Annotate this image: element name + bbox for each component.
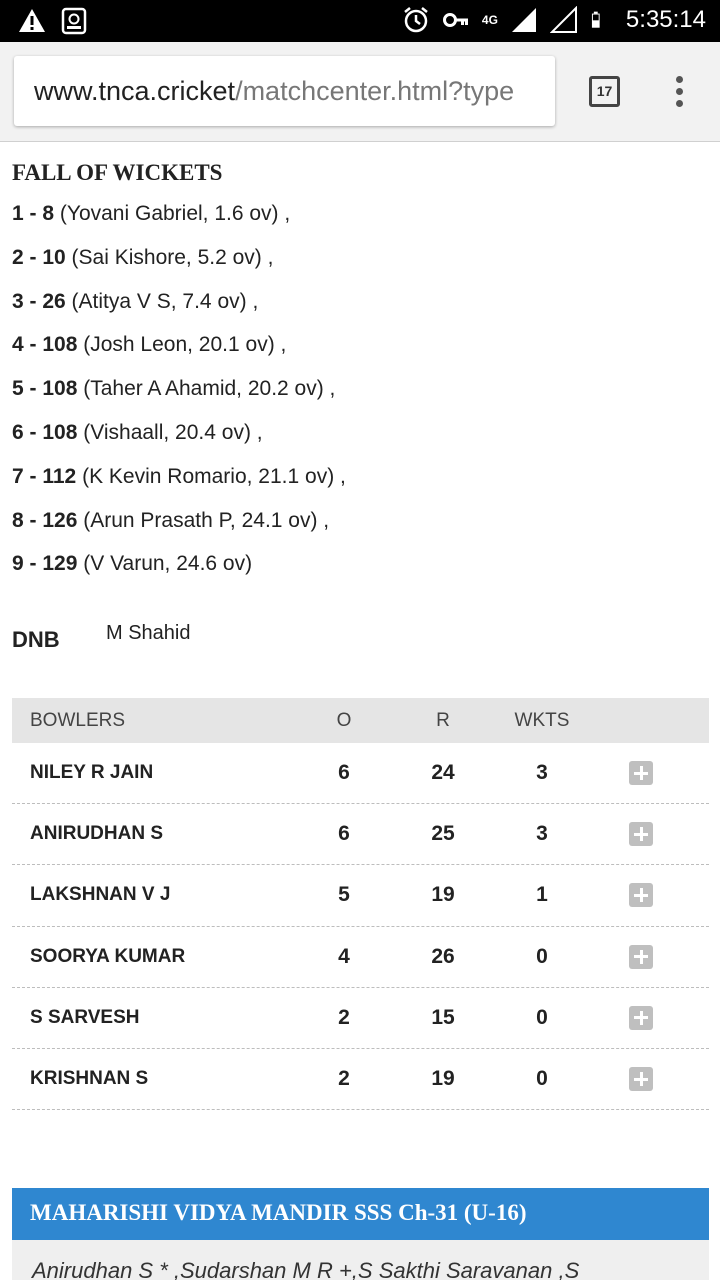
fow-item: 7 - 112 (K Kevin Romario, 21.1 ov) ,	[12, 463, 702, 507]
bowler-overs: 2	[338, 1067, 350, 1091]
fow-item: 5 - 108 (Taher A Ahamid, 20.2 ov) ,	[12, 375, 702, 419]
bowler-runs: 15	[431, 1005, 455, 1029]
expand-plus-icon[interactable]	[629, 883, 653, 908]
url-path: /matchcenter.html?type	[235, 76, 515, 106]
dnb-value: M Shahid	[106, 622, 191, 644]
fow-item: 9 - 129 (V Varun, 24.6 ov)	[12, 550, 702, 594]
signal-empty-icon	[549, 6, 577, 33]
signal-icon	[511, 8, 536, 32]
fow-item: 3 - 26 (Atitya V S, 7.4 ov) ,	[12, 288, 702, 332]
fow-detail: (V Varun, 24.6 ov)	[83, 552, 253, 576]
table-row: SOORYA KUMAR 4 26 0	[12, 927, 709, 988]
expand-plus-icon[interactable]	[629, 944, 653, 969]
expand-plus-icon[interactable]	[629, 1067, 653, 1092]
bowler-runs: 25	[431, 822, 455, 846]
bowler-wickets: 3	[536, 822, 548, 846]
fow-score: 4 - 108	[12, 333, 78, 357]
team-players-panel: Anirudhan S * ,Sudarshan M R +,S Sakthi …	[12, 1240, 709, 1280]
bowler-wickets: 3	[536, 761, 548, 785]
expand-plus-icon[interactable]	[629, 822, 653, 847]
fow-detail: (Josh Leon, 20.1 ov) ,	[83, 333, 287, 357]
team-header[interactable]: MAHARISHI VIDYA MANDIR SSS Ch-31 (U-16)	[12, 1188, 709, 1240]
fall-of-wickets-list: 1 - 8 (Yovani Gabriel, 1.6 ov) , 2 - 10 …	[12, 200, 702, 594]
fow-detail: (Vishaall, 20.4 ov) ,	[83, 420, 263, 444]
header-bowlers: BOWLERS	[30, 709, 126, 731]
status-right-icons: 4G 5:35:14	[402, 6, 706, 34]
dnb-label: DNB	[12, 627, 60, 652]
fow-detail: (K Kevin Romario, 21.1 ov) ,	[82, 464, 346, 488]
bowler-name: LAKSHNAN V J	[30, 884, 171, 906]
bowler-wickets: 0	[536, 944, 548, 968]
bowlers-table: BOWLERS O R WKTS NILEY R JAIN 6 24 3 ANI…	[12, 698, 709, 1111]
fow-score: 6 - 108	[12, 420, 78, 444]
table-row: NILEY R JAIN 6 24 3	[12, 743, 709, 805]
fow-score: 3 - 26	[12, 289, 66, 313]
bowler-runs: 19	[431, 883, 455, 907]
fow-detail: (Yovani Gabriel, 1.6 ov) ,	[59, 202, 291, 225]
url-text[interactable]: www.tnca.cricket/matchcenter.html?type	[34, 76, 514, 107]
key-icon	[442, 13, 468, 27]
alarm-icon	[404, 7, 428, 33]
header-runs: R	[436, 709, 450, 731]
bowler-wickets: 1	[536, 883, 548, 907]
fall-of-wickets-title: FALL OF WICKETS	[12, 160, 223, 185]
bowler-overs: 6	[338, 822, 350, 846]
bowler-overs: 5	[338, 883, 350, 907]
table-row: KRISHNAN S 2 19 0	[12, 1049, 709, 1111]
bowler-name: S SARVESH	[30, 1006, 140, 1028]
bowler-overs: 2	[338, 1005, 350, 1029]
browser-toolbar: www.tnca.cricket/matchcenter.html?type 1…	[0, 42, 720, 142]
url-bar[interactable]: www.tnca.cricket/matchcenter.html?type	[14, 56, 555, 126]
fow-score: 2 - 10	[12, 245, 66, 269]
fow-detail: (Arun Prasath P, 24.1 ov) ,	[83, 508, 330, 532]
team-title: MAHARISHI VIDYA MANDIR SSS Ch-31 (U-16)	[30, 1200, 527, 1225]
bowler-name: NILEY R JAIN	[30, 762, 154, 784]
bowler-runs: 19	[431, 1067, 455, 1091]
bowler-runs: 26	[431, 944, 455, 968]
fow-detail: (Atitya V S, 7.4 ov) ,	[71, 289, 259, 313]
status-bar: 4G 5:35:14	[0, 0, 720, 42]
team-players-text: Anirudhan S * ,Sudarshan M R +,S Sakthi …	[32, 1258, 580, 1280]
tab-switcher-button[interactable]: 17	[589, 76, 620, 107]
expand-plus-icon[interactable]	[629, 1005, 653, 1030]
bowler-wickets: 0	[536, 1067, 548, 1091]
bowlers-table-header: BOWLERS O R WKTS	[12, 698, 709, 743]
fow-item: 6 - 108 (Vishaall, 20.4 ov) ,	[12, 419, 702, 463]
bowler-overs: 6	[338, 761, 350, 785]
bowler-name: SOORYA KUMAR	[30, 945, 186, 967]
url-domain: www.tnca.cricket	[34, 76, 236, 106]
network-type-label: 4G	[481, 13, 498, 27]
bowler-overs: 4	[338, 944, 350, 968]
fow-item: 4 - 108 (Josh Leon, 20.1 ov) ,	[12, 331, 702, 375]
fow-detail: (Taher A Ahamid, 20.2 ov) ,	[83, 377, 336, 401]
fow-item: 1 - 8 (Yovani Gabriel, 1.6 ov) ,	[12, 200, 702, 244]
status-time: 5:35:14	[625, 6, 706, 33]
sim-icon	[61, 7, 87, 35]
bowler-name: KRISHNAN S	[30, 1068, 149, 1090]
header-wickets: WKTS	[514, 709, 570, 731]
battery-icon	[591, 11, 600, 28]
fow-score: 8 - 126	[12, 508, 78, 532]
fow-score: 5 - 108	[12, 377, 78, 401]
fow-item: 2 - 10 (Sai Kishore, 5.2 ov) ,	[12, 244, 702, 288]
table-row: S SARVESH 2 15 0	[12, 988, 709, 1049]
bowler-name: ANIRUDHAN S	[30, 823, 163, 845]
expand-plus-icon[interactable]	[629, 761, 653, 786]
fow-item: 8 - 126 (Arun Prasath P, 24.1 ov) ,	[12, 507, 702, 551]
fow-score: 1 - 8	[12, 202, 55, 225]
browser-menu-icon[interactable]	[672, 76, 686, 112]
status-left-icons	[18, 7, 88, 35]
fow-score: 9 - 129	[12, 552, 78, 576]
fow-score: 7 - 112	[12, 464, 77, 488]
table-row: LAKSHNAN V J 5 19 1	[12, 865, 709, 927]
table-row: ANIRUDHAN S 6 25 3	[12, 804, 709, 866]
warning-icon	[19, 9, 45, 32]
header-overs: O	[336, 709, 352, 731]
fow-detail: (Sai Kishore, 5.2 ov) ,	[71, 245, 274, 269]
bowler-wickets: 0	[536, 1005, 548, 1029]
bowler-runs: 24	[431, 761, 455, 785]
